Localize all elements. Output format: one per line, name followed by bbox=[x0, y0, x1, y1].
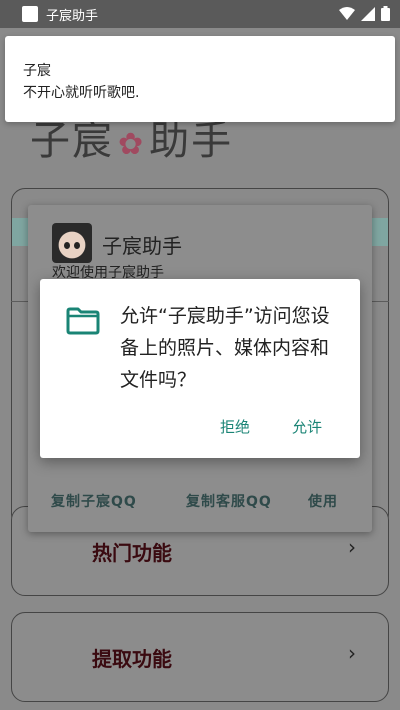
hot-features-label: 热门功能 bbox=[92, 541, 172, 565]
notification-text: 不开心就听听歌吧. bbox=[23, 85, 140, 101]
chevron-right-icon: › bbox=[348, 535, 356, 559]
heads-up-notification[interactable]: 子宸 不开心就听听歌吧. bbox=[5, 36, 395, 122]
notification-title: 子宸 bbox=[23, 63, 51, 79]
status-icons bbox=[339, 6, 390, 21]
status-bar-app-title: 子宸助手 bbox=[46, 9, 99, 24]
folder-icon bbox=[66, 307, 100, 335]
permission-dialog: 允许“子宸助手”访问您设备上的照片、媒体内容和文件吗？ 拒绝 允许 bbox=[40, 279, 360, 458]
app-notification-icon bbox=[22, 6, 38, 22]
deny-button[interactable]: 拒绝 bbox=[220, 416, 250, 437]
chevron-right-icon: › bbox=[348, 641, 356, 665]
copy-support-qq-button[interactable]: 复制客服QQ bbox=[186, 491, 272, 511]
big-title-part-2: 助手 bbox=[149, 118, 234, 164]
big-title-part-1: 子宸 bbox=[30, 118, 114, 164]
signal-icon bbox=[361, 6, 375, 21]
permission-actions: 拒绝 允许 bbox=[40, 416, 360, 440]
wifi-icon bbox=[339, 6, 355, 20]
allow-button[interactable]: 允许 bbox=[292, 416, 322, 437]
permission-message: 允许“子宸助手”访问您设备上的照片、媒体内容和文件吗？ bbox=[120, 305, 330, 391]
copy-owner-qq-button[interactable]: 复制子宸QQ bbox=[51, 491, 137, 511]
welcome-dialog-actions: 复制子宸QQ 复制客服QQ 使用 bbox=[28, 491, 372, 511]
sakura-icon: ✿ bbox=[118, 127, 146, 162]
extract-features-label: 提取功能 bbox=[92, 647, 172, 671]
battery-icon bbox=[381, 6, 390, 21]
extract-features-card[interactable]: 提取功能 › bbox=[11, 612, 389, 702]
status-bar: 子宸助手 bbox=[0, 0, 400, 28]
dialog-title: 子宸助手 bbox=[102, 234, 182, 258]
avatar bbox=[52, 223, 92, 263]
use-button[interactable]: 使用 bbox=[308, 491, 338, 511]
